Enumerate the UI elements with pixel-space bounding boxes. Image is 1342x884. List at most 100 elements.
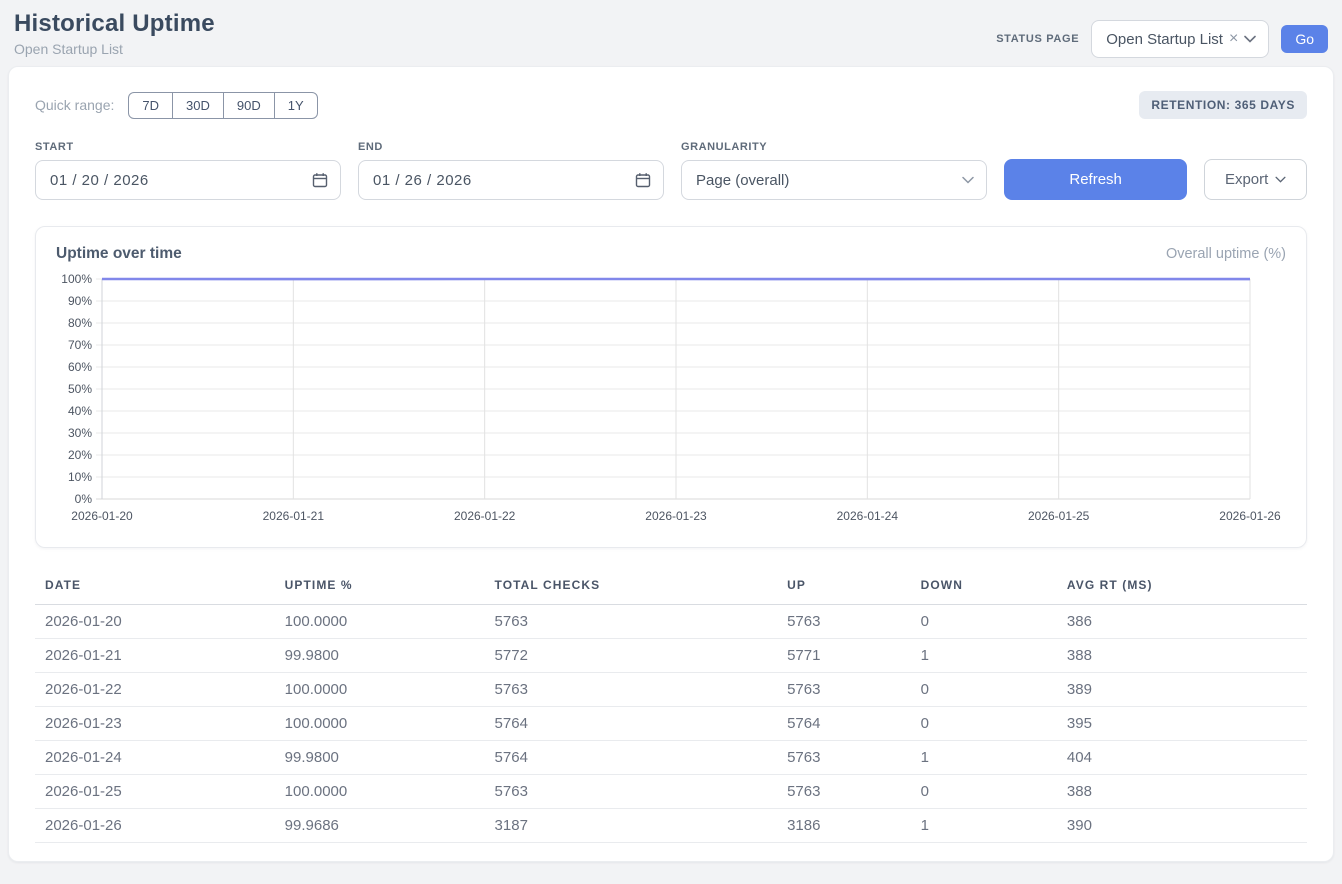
svg-text:60%: 60%	[68, 360, 92, 374]
end-date-input[interactable]: 01 / 26 / 2026	[358, 160, 664, 200]
status-page-label: STATUS PAGE	[996, 33, 1079, 45]
table-header-cell: DATE	[35, 572, 277, 605]
chevron-down-icon	[962, 176, 974, 184]
table-cell: 0	[913, 673, 1059, 707]
table-cell: 5772	[487, 639, 780, 673]
table-cell: 1	[913, 639, 1059, 673]
table-header-cell: UPTIME %	[277, 572, 487, 605]
table-header-cell: AVG RT (MS)	[1059, 572, 1307, 605]
uptime-chart: 100%90%80%70%60%50%40%30%20%10%0%2026-01…	[56, 271, 1286, 529]
title-block: Historical Uptime Open Startup List	[14, 10, 215, 57]
table-cell: 5763	[487, 775, 780, 809]
svg-text:2026-01-23: 2026-01-23	[645, 509, 707, 523]
calendar-icon[interactable]	[312, 172, 328, 188]
svg-text:50%: 50%	[68, 382, 92, 396]
table-cell: 0	[913, 775, 1059, 809]
granularity-label: GRANULARITY	[681, 141, 987, 153]
chevron-down-icon	[1244, 35, 1256, 43]
svg-text:2026-01-22: 2026-01-22	[454, 509, 516, 523]
table-cell: 5763	[779, 741, 913, 775]
table-cell: 2026-01-20	[35, 605, 277, 639]
page-title: Historical Uptime	[14, 10, 215, 38]
svg-text:2026-01-21: 2026-01-21	[263, 509, 325, 523]
table-cell: 100.0000	[277, 707, 487, 741]
uptime-chart-card: Uptime over time Overall uptime (%) 100%…	[35, 226, 1307, 548]
table-row: 2026-01-2499.9800576457631404	[35, 741, 1307, 775]
svg-text:100%: 100%	[61, 272, 92, 286]
table-cell: 2026-01-22	[35, 673, 277, 707]
table-cell: 2026-01-21	[35, 639, 277, 673]
page-subtitle: Open Startup List	[14, 41, 215, 57]
granularity-select[interactable]: Page (overall)	[681, 160, 987, 200]
svg-text:10%: 10%	[68, 470, 92, 484]
svg-text:70%: 70%	[68, 338, 92, 352]
table-cell: 5764	[487, 707, 780, 741]
table-header-cell: TOTAL CHECKS	[487, 572, 780, 605]
start-date-label: START	[35, 141, 341, 153]
table-cell: 0	[913, 707, 1059, 741]
table-cell: 5763	[779, 673, 913, 707]
svg-text:2026-01-25: 2026-01-25	[1028, 509, 1090, 523]
table-cell: 386	[1059, 605, 1307, 639]
table-cell: 100.0000	[277, 605, 487, 639]
table-row: 2026-01-2699.9686318731861390	[35, 809, 1307, 843]
table-cell: 5764	[487, 741, 780, 775]
table-row: 2026-01-20100.0000576357630386	[35, 605, 1307, 639]
go-button[interactable]: Go	[1281, 25, 1328, 53]
chart-header: Uptime over time Overall uptime (%)	[56, 245, 1286, 263]
granularity-value: Page (overall)	[696, 172, 789, 189]
table-cell: 390	[1059, 809, 1307, 843]
table-row: 2026-01-22100.0000576357630389	[35, 673, 1307, 707]
table-cell: 395	[1059, 707, 1307, 741]
main-panel: Quick range: 7D 30D 90D 1Y RETENTION: 36…	[8, 66, 1334, 862]
table-cell: 1	[913, 741, 1059, 775]
table-body: 2026-01-20100.00005763576303862026-01-21…	[35, 605, 1307, 843]
end-date-field: END 01 / 26 / 2026	[358, 141, 664, 200]
table-cell: 5763	[487, 673, 780, 707]
table-cell: 5764	[779, 707, 913, 741]
start-date-input[interactable]: 01 / 20 / 2026	[35, 160, 341, 200]
start-date-field: START 01 / 20 / 2026	[35, 141, 341, 200]
chart-legend: Overall uptime (%)	[1166, 246, 1286, 262]
calendar-icon[interactable]	[635, 172, 651, 188]
svg-text:90%: 90%	[68, 294, 92, 308]
table-row: 2026-01-2199.9800577257711388	[35, 639, 1307, 673]
status-page-controls: STATUS PAGE Open Startup List × Go	[996, 20, 1328, 58]
export-button[interactable]: Export	[1204, 159, 1307, 200]
table-cell: 388	[1059, 639, 1307, 673]
table-cell: 5763	[779, 605, 913, 639]
svg-text:2026-01-24: 2026-01-24	[837, 509, 899, 523]
chevron-down-icon	[1275, 176, 1286, 183]
quick-range-1y-button[interactable]: 1Y	[274, 92, 318, 119]
table-head: DATEUPTIME %TOTAL CHECKSUPDOWNAVG RT (MS…	[35, 572, 1307, 605]
top-header: Historical Uptime Open Startup List STAT…	[0, 0, 1342, 66]
quick-range-7d-button[interactable]: 7D	[128, 92, 173, 119]
quick-range-label: Quick range:	[35, 97, 114, 113]
table-header-cell: UP	[779, 572, 913, 605]
quick-range-90d-button[interactable]: 90D	[223, 92, 275, 119]
svg-text:0%: 0%	[75, 492, 93, 506]
svg-text:2026-01-20: 2026-01-20	[71, 509, 133, 523]
status-page-select[interactable]: Open Startup List ×	[1091, 20, 1269, 58]
clear-icon[interactable]: ×	[1229, 31, 1238, 47]
table-cell: 5763	[779, 775, 913, 809]
start-date-value: 01 / 20 / 2026	[50, 172, 149, 189]
table-row: 2026-01-25100.0000576357630388	[35, 775, 1307, 809]
table-cell: 5771	[779, 639, 913, 673]
table-cell: 100.0000	[277, 775, 487, 809]
svg-text:2026-01-26: 2026-01-26	[1219, 509, 1281, 523]
refresh-button[interactable]: Refresh	[1004, 159, 1187, 200]
line-chart-svg: 100%90%80%70%60%50%40%30%20%10%0%2026-01…	[56, 271, 1286, 529]
svg-text:80%: 80%	[68, 316, 92, 330]
end-date-value: 01 / 26 / 2026	[373, 172, 472, 189]
end-date-label: END	[358, 141, 664, 153]
status-page-value: Open Startup List	[1106, 31, 1223, 48]
table-cell: 2026-01-25	[35, 775, 277, 809]
table-cell: 99.9686	[277, 809, 487, 843]
quick-range-30d-button[interactable]: 30D	[172, 92, 224, 119]
table-cell: 2026-01-26	[35, 809, 277, 843]
svg-text:20%: 20%	[68, 448, 92, 462]
chart-title: Uptime over time	[56, 245, 182, 263]
table-cell: 404	[1059, 741, 1307, 775]
quick-range-row: Quick range: 7D 30D 90D 1Y RETENTION: 36…	[35, 91, 1307, 119]
